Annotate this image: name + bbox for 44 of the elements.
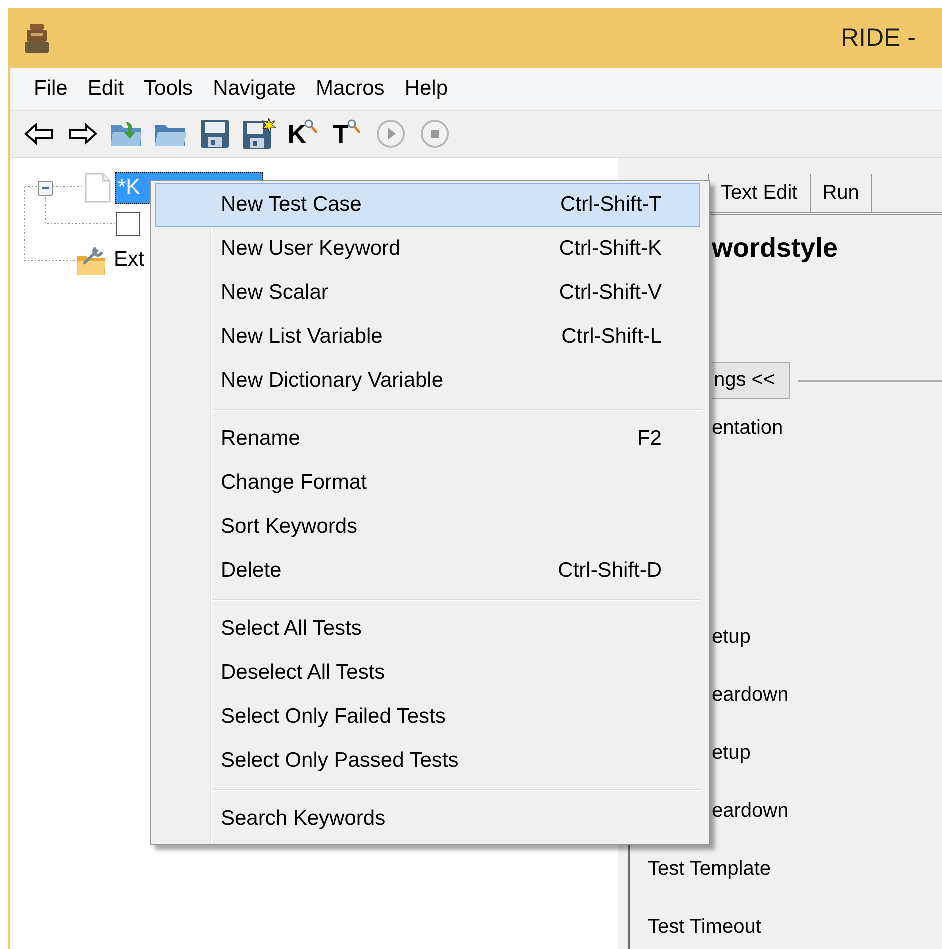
menu-item[interactable]: Help: [394, 73, 458, 105]
context-menu-item[interactable]: New List Variable Ctrl-Shift-L: [155, 315, 700, 359]
setting-label: eardown: [712, 798, 789, 824]
context-menu-item[interactable]: Select Only Failed Tests: [155, 695, 700, 739]
floppy-disk-icon: [242, 118, 276, 150]
toolbar-button[interactable]: [242, 117, 276, 151]
context-menu-item[interactable]: New Scalar Ctrl-Shift-V: [155, 271, 700, 315]
setting-label: entation: [712, 416, 784, 440]
context-menu-item[interactable]: Rename F2: [155, 417, 700, 461]
window-title: RIDE -: [841, 24, 916, 52]
menu-item[interactable]: Navigate: [203, 73, 306, 105]
app-icon: [22, 22, 52, 54]
setting-label: etup: [712, 740, 751, 766]
stop-icon: [420, 119, 450, 149]
context-menu-item[interactable]: Deselect All Tests: [155, 651, 700, 695]
settings-toggle-button[interactable]: ngs <<: [712, 362, 790, 399]
context-menu-item[interactable]: New User Keyword Ctrl-Shift-K: [155, 227, 700, 271]
tab[interactable]: Run: [810, 174, 872, 212]
forward-arrow-icon: [68, 123, 98, 145]
context-menu-item[interactable]: Sort Keywords: [155, 505, 700, 549]
menu-item[interactable]: File: [24, 73, 78, 105]
document-icon: [85, 173, 111, 203]
context-menu-item[interactable]: Select Only Passed Tests: [155, 739, 700, 783]
page-heading: wordstyle: [712, 233, 838, 264]
context-menu-item[interactable]: Delete Ctrl-Shift-D: [155, 549, 700, 593]
context-menu-item[interactable]: New Dictionary Variable: [155, 359, 700, 403]
setting-label: eardown: [712, 682, 789, 708]
folder-wrench-icon: [76, 244, 108, 276]
menu-item[interactable]: Macros: [306, 73, 395, 105]
play-icon: [376, 119, 406, 149]
collapse-toggle[interactable]: [38, 180, 53, 196]
back-arrow-icon: [24, 123, 54, 145]
menu-item[interactable]: Edit: [78, 73, 134, 105]
menu-item[interactable]: Tools: [134, 73, 204, 105]
setting-label: etup: [712, 624, 751, 650]
tree-item[interactable]: Ext: [112, 245, 146, 275]
context-menu-item[interactable]: Select All Tests: [155, 607, 700, 651]
context-menu-item[interactable]: Search Keywords: [155, 797, 700, 841]
folder-icon: [110, 120, 144, 148]
setting-label: Test Template: [648, 856, 772, 882]
checkbox[interactable]: [116, 212, 140, 236]
context-menu-item[interactable]: Change Format: [155, 461, 700, 505]
setting-label: Test Timeout: [648, 914, 762, 940]
context-menu-item[interactable]: New Test Case Ctrl-Shift-T: [155, 183, 700, 227]
